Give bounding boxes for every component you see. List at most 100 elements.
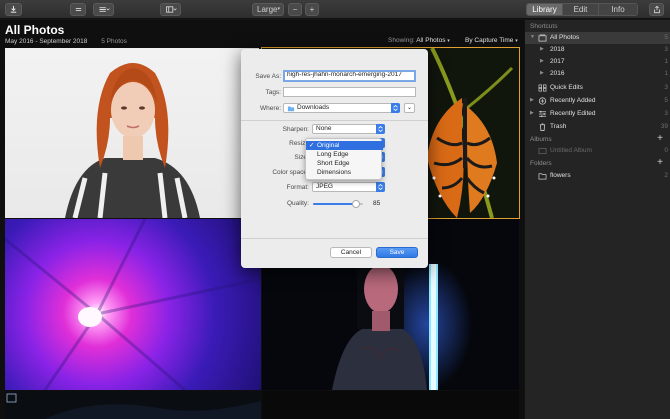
- sidebar: Shortcuts ▼ All Photos 5 ▶ 2018 3 ▶ 2017…: [524, 20, 670, 419]
- date-range-label: May 2016 - September 2018: [5, 38, 88, 45]
- mode-tabs: Library Edit Info: [526, 3, 638, 16]
- sidebar-toggle-button[interactable]: [160, 3, 181, 16]
- sidebar-item-count: 3: [664, 110, 668, 117]
- folder-icon: [287, 106, 295, 112]
- flower-image: [5, 219, 261, 390]
- sort-value: By Capture Time: [465, 37, 514, 44]
- disclosure-open-icon: ▼: [530, 34, 535, 40]
- view-options-button[interactable]: [93, 3, 114, 16]
- chevron-down-icon: ▾: [515, 38, 518, 44]
- updown-icon: [376, 124, 385, 134]
- format-value: JPEG: [316, 183, 333, 190]
- menu-item-long-edge[interactable]: Long Edge: [306, 150, 383, 159]
- sharpen-value: None: [316, 125, 332, 132]
- expand-browser-button[interactable]: ⌄: [404, 103, 415, 113]
- sidebar-item-label: Untitled Album: [550, 147, 592, 154]
- add-album-button[interactable]: +: [657, 134, 663, 144]
- sidebar-item-recently-added[interactable]: ▶ Recently Added 5: [525, 95, 670, 107]
- showing-filter[interactable]: Showing: All Photos ▾: [388, 37, 450, 44]
- menu-item-original[interactable]: ✓ Original: [306, 141, 383, 150]
- back-button[interactable]: [70, 3, 86, 16]
- add-folder-button[interactable]: +: [657, 158, 663, 168]
- zoom-in-button[interactable]: +: [305, 3, 319, 16]
- app-window: Large ▾ − + Library Edit Info All Photos…: [0, 0, 670, 419]
- updown-icon: [391, 103, 400, 113]
- import-button[interactable]: [5, 3, 22, 16]
- sidebar-item-count: 39: [660, 123, 668, 130]
- where-label: Where:: [260, 105, 281, 112]
- sidebar-item-count: 5: [664, 34, 668, 41]
- sidebar-item-count: 3: [664, 46, 668, 53]
- sidebar-item-count: 2: [664, 172, 668, 179]
- quality-slider[interactable]: [313, 200, 363, 208]
- sidebar-item-untitled-album[interactable]: Untitled Album 0: [525, 145, 670, 157]
- quality-slider-fill: [313, 203, 356, 205]
- save-as-label: Save As:: [255, 73, 281, 80]
- sort-select[interactable]: By Capture Time ▾: [465, 37, 518, 44]
- showing-label: Showing:: [388, 37, 415, 44]
- download-icon: [10, 5, 17, 13]
- menu-item-short-edge[interactable]: Short Edge: [306, 159, 383, 168]
- share-icon: [653, 5, 660, 14]
- tags-field[interactable]: [283, 87, 416, 97]
- sidebar-item-label: Recently Added: [550, 97, 596, 104]
- size-label: Size: [294, 154, 307, 161]
- photo-thumbnail-portrait[interactable]: [5, 48, 259, 218]
- sidebar-item-label: 2016: [550, 70, 565, 77]
- photo-thumbnail-6[interactable]: [262, 391, 519, 419]
- list-view-icon: [99, 7, 110, 12]
- photos-icon: [538, 34, 547, 42]
- quality-slider-knob[interactable]: [351, 200, 360, 208]
- zoom-select[interactable]: Large ▾: [252, 3, 284, 16]
- arrows-icon: [75, 8, 81, 11]
- divider: [241, 238, 428, 239]
- sidebar-item-all-photos[interactable]: ▼ All Photos 5: [525, 32, 670, 44]
- panel-icon: [165, 6, 177, 13]
- cancel-button[interactable]: Cancel: [330, 247, 372, 258]
- disclosure-closed-icon: ▶: [540, 70, 544, 76]
- sidebar-item-label: Quick Edits: [550, 84, 583, 91]
- sidebar-item-label: flowers: [550, 172, 571, 179]
- album-icon: [538, 147, 547, 155]
- photo-thumbnail-5[interactable]: [5, 391, 261, 419]
- disclosure-closed-icon: ▶: [540, 46, 544, 52]
- sidebar-item-recently-edited[interactable]: ▶ Recently Edited 3: [525, 108, 670, 120]
- date-range: May 2016 - September 2018 5 Photos: [5, 38, 127, 45]
- photo-count: 5 Photos: [101, 38, 127, 45]
- tab-info[interactable]: Info: [599, 4, 637, 15]
- sharpen-label: Sharpen:: [282, 126, 309, 133]
- share-button[interactable]: [649, 3, 664, 16]
- sidebar-item-flowers[interactable]: flowers 2: [525, 170, 670, 182]
- quality-value: 85: [373, 200, 381, 207]
- sidebar-item-count: 0: [664, 147, 668, 154]
- save-as-field[interactable]: high-res-jhahn-monarch-emerging-2017: [283, 70, 416, 82]
- menu-item-label: Original: [317, 142, 340, 149]
- sidebar-item-count: 5: [664, 97, 668, 104]
- portrait-image: [65, 63, 200, 218]
- format-select[interactable]: JPEG: [312, 182, 385, 192]
- sidebar-item-2017[interactable]: ▶ 2017 1: [525, 56, 670, 68]
- sidebar-item-label: 2018: [550, 46, 565, 53]
- menu-item-dimensions[interactable]: Dimensions: [306, 168, 383, 177]
- sidebar-item-trash[interactable]: Trash 39: [525, 121, 670, 133]
- grid-icon: [538, 84, 547, 92]
- color-space-label: Color space: [272, 169, 307, 176]
- zoom-out-button[interactable]: −: [288, 3, 302, 16]
- updown-icon: [376, 182, 385, 192]
- sidebar-item-2018[interactable]: ▶ 2018 3: [525, 44, 670, 56]
- photo-thumbnail-flower[interactable]: [5, 219, 261, 390]
- sliders-icon: [538, 110, 547, 118]
- disclosure-closed-icon: ▶: [530, 110, 534, 116]
- sidebar-item-label: Recently Edited: [550, 110, 596, 117]
- add-circle-icon: [538, 97, 547, 105]
- sharpen-select[interactable]: None: [312, 124, 385, 134]
- albums-heading: Albums: [530, 136, 552, 143]
- tab-library[interactable]: Library: [527, 4, 563, 15]
- chevron-down-icon: ▾: [277, 6, 280, 12]
- save-button[interactable]: Save: [376, 247, 418, 258]
- tab-edit[interactable]: Edit: [563, 4, 599, 15]
- sidebar-item-quick-edits[interactable]: Quick Edits 3: [525, 82, 670, 94]
- folders-heading: Folders: [530, 160, 552, 167]
- sidebar-item-2016[interactable]: ▶ 2016 1: [525, 68, 670, 80]
- where-select[interactable]: Downloads: [283, 103, 400, 113]
